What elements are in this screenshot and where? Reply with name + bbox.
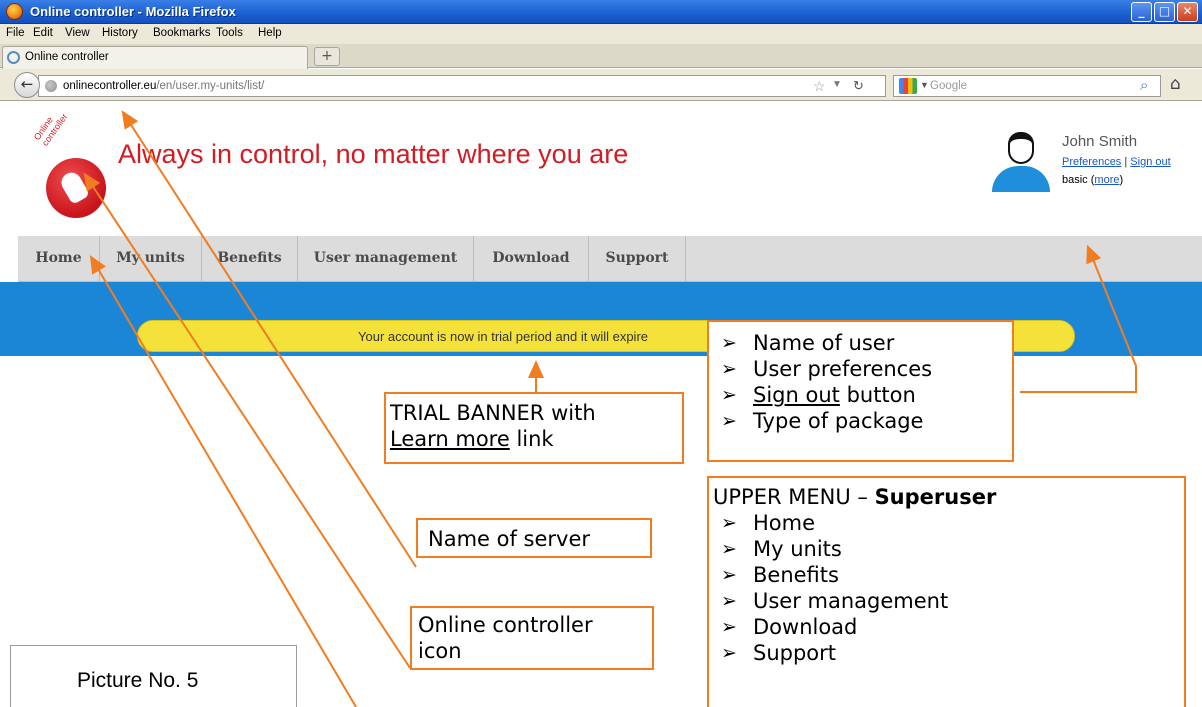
sign-out-link[interactable]: Sign out [1130, 156, 1170, 168]
callout-item: User management [709, 588, 1184, 614]
back-button[interactable]: ← [14, 72, 40, 98]
site-tagline: Always in control, no matter where you a… [118, 139, 629, 169]
maximize-button[interactable]: □ [1154, 2, 1175, 22]
user-info-callout: Name of user User preferences Sign out b… [707, 320, 1014, 462]
star-icon[interactable]: ☆ [813, 78, 826, 95]
menu-bar: File Edit View History Bookmarks Tools H… [0, 24, 1202, 44]
avatar-head [1008, 132, 1034, 164]
window-title: Online controller - Mozilla Firefox [30, 4, 236, 19]
url-bar[interactable]: onlinecontroller.eu/en/user.my-units/lis… [38, 75, 886, 97]
dropdown-icon[interactable]: ▼ [832, 79, 842, 90]
trial-callout-line1: TRIAL BANNER with [390, 401, 596, 425]
url-path: /en/user.my-units/list/ [156, 80, 265, 92]
avatar [990, 128, 1052, 192]
nav-benefits[interactable]: Benefits [202, 236, 298, 282]
online-controller-logo-icon[interactable]: Online controller [18, 112, 106, 218]
avatar-body [992, 166, 1050, 192]
close-button[interactable]: ✕ [1177, 2, 1198, 22]
icon-callout-line1: Online controller [418, 613, 593, 637]
google-icon[interactable] [899, 78, 917, 94]
gear-icon [7, 51, 20, 64]
upper-menu-title: UPPER MENU – Superuser [713, 485, 997, 509]
upper-menu: Home My units Benefits User management D… [18, 236, 1202, 282]
nav-my-units[interactable]: My units [100, 236, 202, 282]
preferences-link[interactable]: Preferences [1062, 156, 1121, 168]
trial-callout-line2: Learn more link [390, 427, 554, 451]
menu-help[interactable]: Help [258, 27, 282, 39]
package-more-link[interactable]: more [1094, 174, 1119, 186]
callout-item: Name of user [709, 330, 1012, 356]
url-text: onlinecontroller.eu/en/user.my-units/lis… [63, 80, 264, 92]
search-bar[interactable]: ▼ Google ⌕ [893, 75, 1161, 97]
package-type: basic (more) [1062, 174, 1124, 186]
callout-item: Sign out button [709, 382, 1012, 408]
user-links: Preferences | Sign out [1062, 156, 1171, 168]
package-name: basic [1062, 174, 1088, 186]
tab-online-controller[interactable]: Online controller [2, 46, 308, 69]
tab-label: Online controller [25, 51, 109, 63]
search-icon[interactable]: ⌕ [1140, 77, 1148, 94]
firefox-icon [6, 3, 23, 20]
trial-text: Your account is now in trial period and … [358, 329, 649, 344]
nav-download[interactable]: Download [474, 236, 589, 282]
nav-support[interactable]: Support [589, 236, 686, 282]
menu-view[interactable]: View [65, 27, 90, 39]
home-icon[interactable]: ⌂ [1170, 74, 1181, 94]
nav-home[interactable]: Home [18, 236, 100, 282]
new-tab-button[interactable]: + [314, 47, 340, 66]
nav-user-management[interactable]: User management [298, 236, 474, 282]
callout-item: Home [709, 510, 1184, 536]
callout-item: My units [709, 536, 1184, 562]
menu-bookmarks[interactable]: Bookmarks [153, 27, 211, 39]
callout-item: Download [709, 614, 1184, 640]
callout-item: User preferences [709, 356, 1012, 382]
server-callout: Name of server [416, 518, 652, 558]
navigation-toolbar: onlinecontroller.eu/en/user.my-units/lis… [0, 69, 1202, 101]
icon-callout: Online controller icon [410, 606, 654, 670]
callout-item: Type of package [709, 408, 1012, 434]
callout-item: Support [709, 640, 1184, 666]
minimize-button[interactable]: _ [1131, 2, 1152, 22]
picture-label: Picture No. 5 [77, 669, 199, 692]
reload-icon[interactable]: ↻ [853, 78, 864, 94]
window-titlebar: Online controller - Mozilla Firefox _ □ … [0, 0, 1202, 24]
tab-strip: Online controller + [0, 44, 1202, 69]
menu-edit[interactable]: Edit [33, 27, 53, 39]
callout-item: Benefits [709, 562, 1184, 588]
menu-history[interactable]: History [102, 27, 138, 39]
site-header: Online controller Always in control, no … [0, 102, 1202, 218]
picture-label-box: Picture No. 5 [10, 645, 297, 707]
chevron-down-icon[interactable]: ▼ [920, 80, 929, 90]
menu-file[interactable]: File [6, 27, 25, 39]
search-placeholder: Google [930, 80, 968, 92]
menu-tools[interactable]: Tools [216, 27, 243, 39]
globe-icon [45, 80, 57, 92]
user-name: John Smith [1062, 133, 1138, 150]
trial-banner-callout: TRIAL BANNER with Learn more link [384, 392, 684, 464]
upper-menu-callout: UPPER MENU – Superuser Home My units Ben… [707, 476, 1186, 707]
link-separator: | [1124, 156, 1128, 168]
icon-callout-line2: icon [418, 639, 462, 663]
